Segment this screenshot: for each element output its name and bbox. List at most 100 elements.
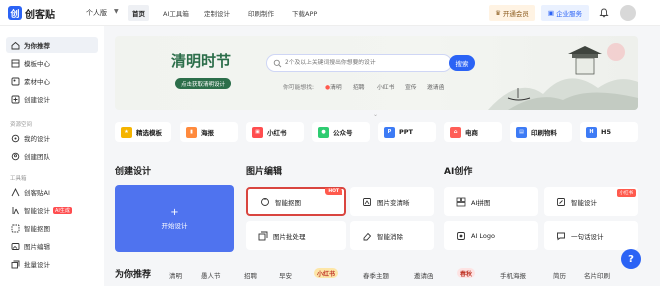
help-button[interactable]: ?: [621, 249, 641, 269]
edition-selector[interactable]: 个人版: [86, 8, 107, 18]
tool-ai-collage[interactable]: AI拼图: [444, 187, 538, 216]
tab-recruit[interactable]: 招聘: [244, 270, 257, 280]
category-label: 印刷物料: [531, 129, 557, 137]
poster-icon: ▮: [186, 126, 197, 138]
sidebar-item-recommend[interactable]: 为你推荐: [6, 37, 98, 53]
tab-recommend[interactable]: 为你推荐: [115, 267, 151, 280]
tool-ai-logo[interactable]: AI Logo: [444, 221, 538, 250]
h5-icon: H: [586, 126, 597, 138]
category-label: PPT: [399, 128, 413, 136]
search-button[interactable]: 搜索: [449, 55, 475, 71]
sidebar-item-label: 素材中心: [24, 78, 50, 86]
caret-down-icon[interactable]: ▼: [114, 8, 119, 15]
tool-image-sharpen[interactable]: 图片变清晰: [350, 187, 434, 216]
sidebar-item-team[interactable]: 创建团队: [6, 148, 98, 164]
tab-mobile-poster[interactable]: 手机海报: [500, 270, 526, 280]
category-featured[interactable]: ★ 精选模板: [115, 122, 171, 142]
banner-title: 清明时节: [171, 52, 232, 70]
nav-custom-design[interactable]: 定制设计: [200, 5, 234, 21]
plus-square-icon: [10, 94, 20, 104]
category-xiaohongshu[interactable]: ▣ 小红书: [246, 122, 304, 142]
sidebar-item-label: 模板中心: [24, 60, 50, 68]
sidebar-item-materials[interactable]: 素材中心: [6, 73, 98, 89]
sidebar-item-create[interactable]: 创建设计: [6, 91, 98, 107]
star-icon: ★: [121, 126, 132, 138]
hot-term[interactable]: 招聘: [353, 82, 365, 91]
sidebar-item-cutout[interactable]: 智能抠图: [6, 220, 98, 236]
tool-batch-process[interactable]: 图片批处理: [246, 221, 346, 250]
chevron-down-icon[interactable]: ⌄: [373, 111, 378, 118]
section-title-ai-create: AI创作: [444, 167, 473, 177]
smart-design-icon: [10, 205, 20, 215]
ppt-icon: P: [384, 126, 395, 138]
hot-term[interactable]: 宣传: [405, 82, 417, 91]
tool-label: 图片批处理: [273, 232, 306, 241]
sidebar-item-image-edit[interactable]: 图片编辑: [6, 238, 98, 254]
avatar[interactable]: [620, 5, 636, 21]
category-print[interactable]: ▤ 印刷物料: [510, 122, 572, 142]
category-poster[interactable]: ▮ 海报: [180, 122, 238, 142]
vip-button-label: 开通会员: [502, 10, 529, 18]
sidebar-item-label: 智能抠图: [24, 225, 50, 233]
category-ecommerce[interactable]: ⌂ 电商: [444, 122, 502, 142]
sidebar-item-ai[interactable]: 创客贴AI: [6, 184, 98, 200]
tab-business-card[interactable]: 名片印刷: [584, 270, 610, 280]
sidebar-item-my-designs[interactable]: 我的设计: [6, 130, 98, 146]
template-icon: [10, 58, 20, 68]
tab-resume[interactable]: 简历: [553, 270, 566, 280]
nav-download-app[interactable]: 下载APP: [288, 5, 321, 21]
category-ppt[interactable]: P PPT: [378, 122, 436, 142]
tool-label: 智能抠图: [275, 198, 301, 207]
sidebar-item-batch[interactable]: 批量设计: [6, 256, 98, 272]
tool-smart-cutout[interactable]: 智能抠图 HOT: [246, 187, 346, 216]
chat-icon: [556, 231, 566, 241]
logo[interactable]: 创 创客贴: [8, 5, 55, 21]
nav-ai-toolbox[interactable]: AI工具箱: [159, 5, 193, 21]
tab-spring-autumn[interactable]: 春秋: [457, 268, 476, 278]
hot-search-label: 你可能想找:: [283, 85, 314, 91]
section-title-image-edit: 图片编辑: [246, 167, 283, 177]
category-wechat[interactable]: ● 公众号: [312, 122, 370, 142]
bell-icon[interactable]: [598, 7, 610, 19]
search-box[interactable]: [266, 54, 452, 72]
tool-smart-design[interactable]: 智能设计 小红书: [544, 187, 638, 216]
enterprise-button[interactable]: ▣ 企业服务: [541, 5, 589, 21]
ink-landscape-illustration: [488, 43, 638, 110]
tab-xiaohongshu[interactable]: 小红书: [314, 268, 339, 278]
category-h5[interactable]: H H5: [580, 122, 638, 142]
tool-smart-erase[interactable]: 智能消除: [350, 221, 434, 250]
sidebar-item-label: 创建团队: [24, 153, 50, 161]
tab-invitation[interactable]: 邀请函: [414, 270, 434, 280]
sidebar-item-smart-design[interactable]: 智能设计 AI生成: [6, 202, 98, 218]
tool-label: 图片变清晰: [377, 198, 410, 207]
search-input[interactable]: [285, 57, 425, 69]
start-design-card[interactable]: + 开始设计: [115, 185, 234, 252]
sidebar: 为你推荐 模板中心 素材中心 创建设计 资源空间 我的设计 创建团队 工具箱 创…: [0, 26, 104, 286]
hot-term[interactable]: 邀请函: [427, 82, 444, 91]
section-title-create: 创建设计: [115, 167, 152, 177]
category-label: 小红书: [267, 129, 287, 137]
tab-spring-theme[interactable]: 春季主题: [363, 270, 389, 280]
tab-qingming[interactable]: 清明: [169, 270, 182, 280]
hot-term[interactable]: ●清明: [325, 82, 342, 91]
nav-home[interactable]: 首页: [128, 5, 149, 21]
sidebar-item-label: 批量设计: [24, 261, 50, 269]
hot-term[interactable]: 小红书: [377, 82, 394, 91]
xiaohongshu-badge: 小红书: [616, 189, 636, 197]
hero-banner[interactable]: 清明时节 点击获取清明设计 搜索 你可能想找: ●清明 招聘 小红书 宣传 邀请…: [115, 36, 638, 110]
image-edit-icon: [10, 241, 20, 251]
sidebar-item-label: 为你推荐: [24, 42, 50, 50]
category-label: 公众号: [333, 129, 353, 137]
banner-cta[interactable]: 点击获取清明设计: [175, 78, 232, 89]
tab-good-morning[interactable]: 早安: [279, 270, 292, 280]
crown-icon: ♛: [495, 9, 501, 17]
vip-button[interactable]: ♛ 开通会员: [489, 5, 535, 21]
nav-print[interactable]: 印刷制作: [244, 5, 278, 21]
sidebar-item-templates[interactable]: 模板中心: [6, 55, 98, 71]
sidebar-section-tools: 工具箱: [10, 176, 27, 182]
tool-label: AI拼图: [471, 198, 491, 207]
enterprise-button-label: 企业服务: [556, 10, 583, 18]
tool-one-sentence-design[interactable]: 一句话设计: [544, 221, 638, 250]
tab-april-fools[interactable]: 愚人节: [201, 270, 221, 280]
search-icon: [273, 59, 282, 68]
